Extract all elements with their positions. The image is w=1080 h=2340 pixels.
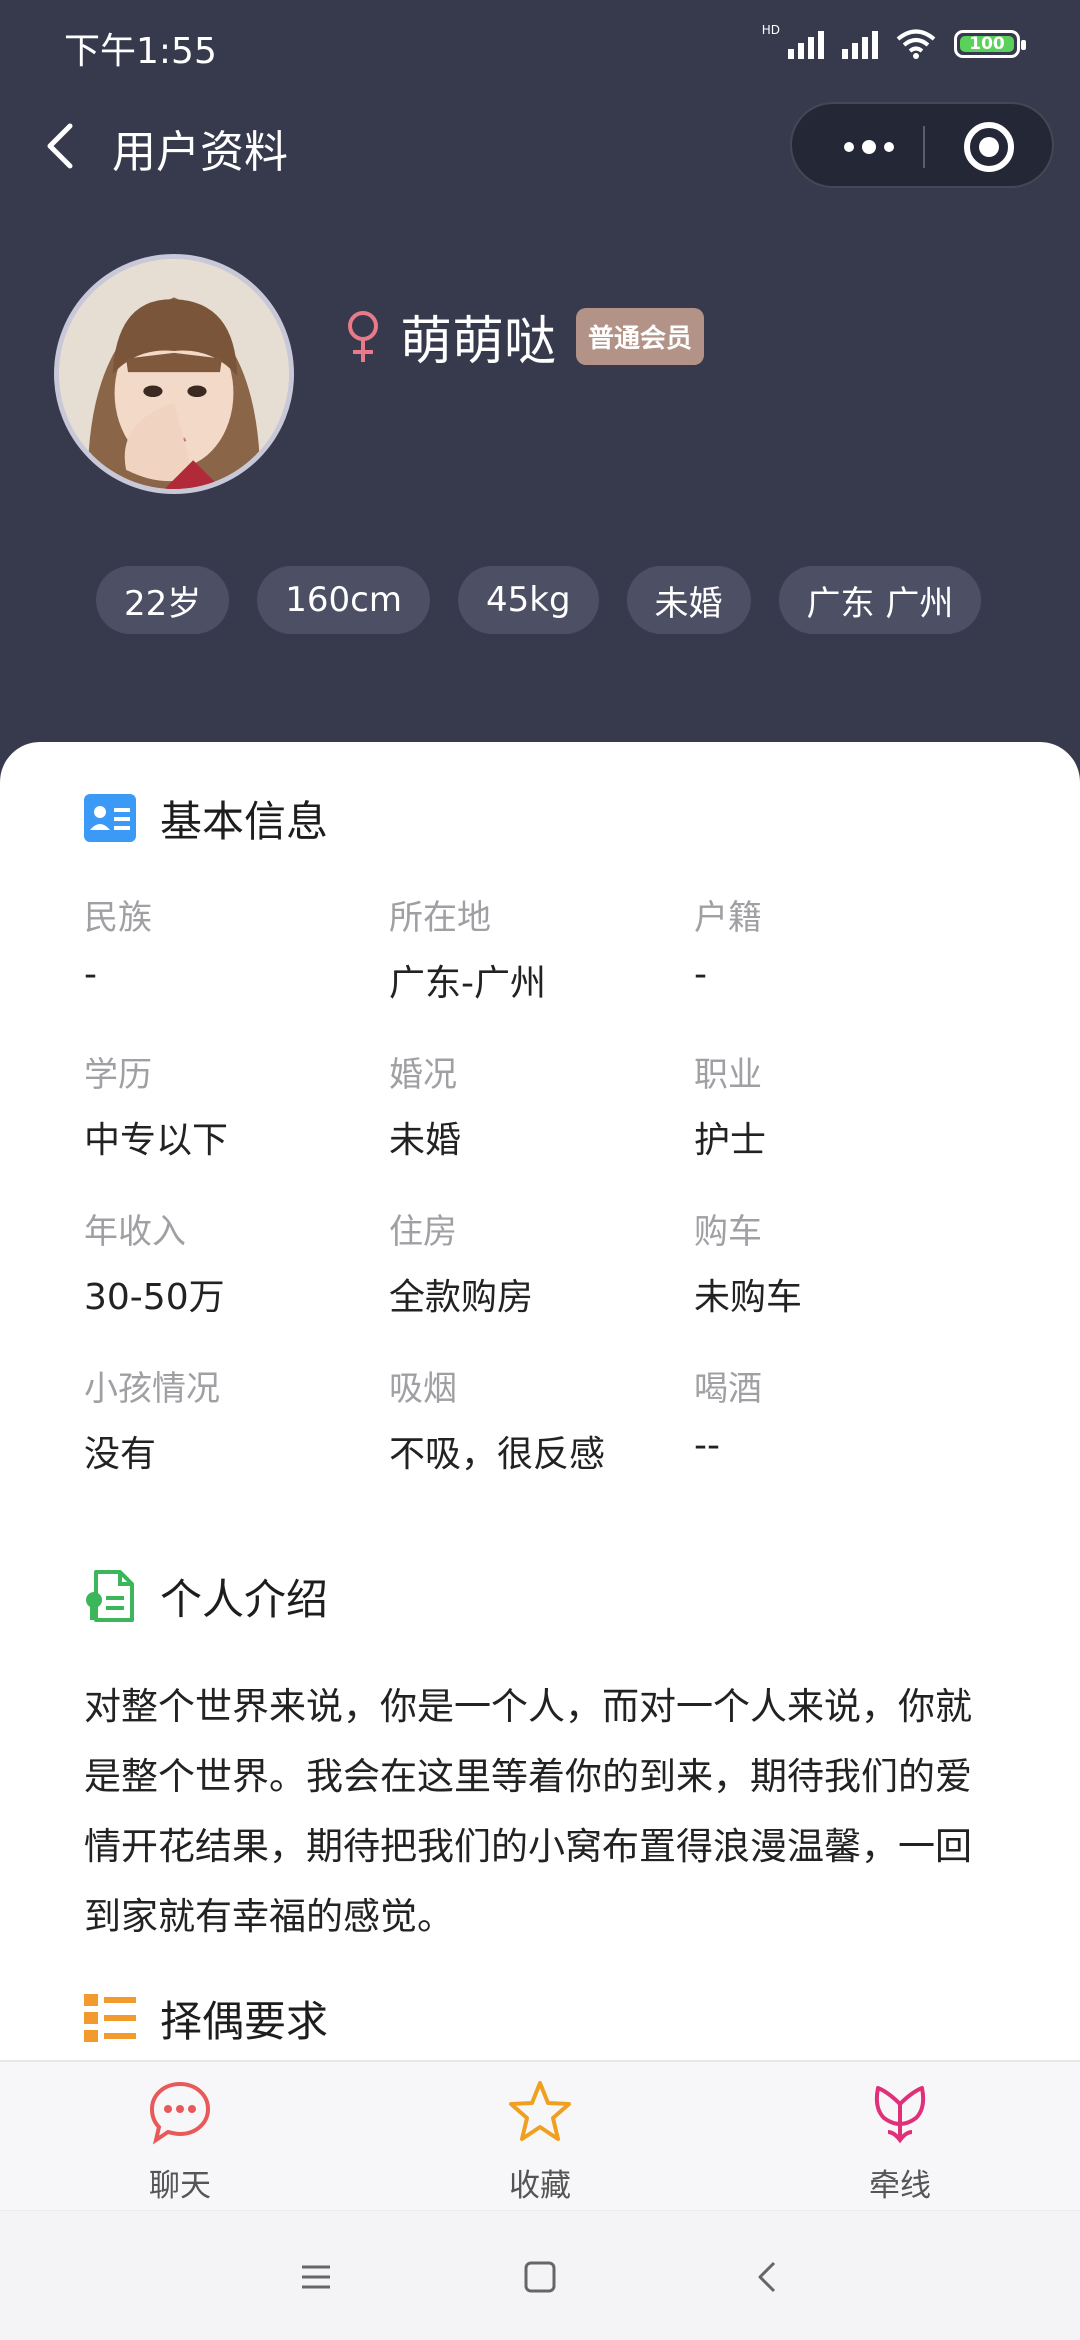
tag-height: 160cm	[257, 566, 430, 634]
back-arrow-icon[interactable]	[742, 2251, 794, 2303]
profile-header: 下午1:55 HD 100 用户资料 萌萌哒 普通会员 22岁 160cm 45…	[0, 0, 1080, 800]
menu-icon[interactable]	[290, 2251, 342, 2303]
user-nickname: 萌萌哒	[400, 311, 557, 372]
basic-info-grid: 民族 - 所在地广东-广州 户籍 - 学历中专以下 婚况未婚 职业护士 年收入 30-…	[84, 890, 1004, 1518]
profile-detail-card: 基本信息 民族 - 所在地广东-广州 户籍 - 学历中专以下 婚况未婚 职业护士 年…	[0, 742, 1080, 2060]
info-education: 学历 中专以下	[84, 1047, 389, 1204]
avatar[interactable]	[54, 254, 294, 494]
info-drinking: 喝酒 --	[694, 1361, 999, 1518]
tag-marital: 未婚	[626, 566, 751, 634]
info-label: 学历	[84, 1055, 152, 1095]
info-label: 民族	[84, 898, 152, 938]
intro-header: 个人介绍	[82, 1566, 328, 1626]
more-dots-icon[interactable]	[828, 134, 910, 160]
status-bar: 下午1:55 HD 100	[0, 0, 1080, 90]
tag-weight: 45kg	[457, 566, 599, 634]
battery-level: 100	[969, 34, 1005, 54]
info-label: 吸烟	[389, 1369, 457, 1409]
section-title-requirements: 择偶要求	[160, 1996, 329, 2046]
chevron-left-icon[interactable]	[34, 118, 90, 174]
home-square-icon[interactable]	[514, 2251, 566, 2303]
section-title-intro: 个人介绍	[160, 1574, 329, 1624]
info-row: 民族 - 所在地广东-广州 户籍 -	[84, 890, 1004, 1047]
info-label: 户籍	[694, 898, 762, 938]
info-row: 学历中专以下 婚况未婚 职业护士	[84, 1047, 1004, 1204]
info-label: 喝酒	[694, 1369, 762, 1409]
info-value: 护士	[694, 1120, 767, 1161]
capsule-divider	[923, 126, 925, 168]
miniprogram-capsule	[790, 102, 1054, 188]
profile-name-row: 萌萌哒 普通会员	[340, 296, 705, 376]
bottom-action-bar: 聊天 收藏 牵线	[0, 2060, 1080, 2210]
target-circle-icon[interactable]	[964, 122, 1014, 172]
member-badge: 普通会员	[576, 307, 705, 365]
certificate-document-icon	[86, 1570, 134, 1622]
avatar-photo	[59, 259, 289, 489]
info-value: 不吸，很反感	[389, 1434, 606, 1475]
favorite-tab[interactable]: 收藏	[440, 2062, 640, 2212]
info-ethnicity: 民族 -	[84, 890, 389, 1047]
info-label: 婚况	[389, 1055, 457, 1095]
intro-text: 对整个世界来说，你是一个人，而对一个人来说，你就是整个世界。我会在这里等着你的到…	[84, 1685, 972, 1938]
info-row: 年收入 30-50万 住房全款购房 购车未购车	[84, 1204, 1004, 1361]
info-row: 小孩情况没有 吸烟不吸，很反感 喝酒 --	[84, 1361, 1004, 1518]
info-value: -	[84, 954, 97, 995]
status-icons: HD 100	[761, 23, 1026, 64]
matchmaking-label: 牵线	[869, 2168, 931, 2204]
signal-icon	[788, 29, 824, 59]
chat-bubble-icon	[149, 2081, 211, 2145]
matchmaking-tab[interactable]: 牵线	[800, 2062, 1000, 2212]
chat-tab[interactable]: 聊天	[80, 2062, 280, 2212]
chat-label: 聊天	[149, 2168, 211, 2204]
info-marital: 婚况 未婚	[389, 1047, 694, 1204]
info-location: 所在地广东-广州	[389, 890, 694, 1047]
info-occupation: 职业 护士	[694, 1047, 999, 1204]
info-value: 未购车	[694, 1277, 803, 1318]
info-children: 小孩情况 没有	[84, 1361, 389, 1518]
female-icon	[348, 311, 378, 362]
tag-age: 22岁	[96, 566, 230, 634]
star-icon	[509, 2081, 571, 2141]
wifi-icon	[896, 29, 936, 59]
favorite-label: 收藏	[509, 2168, 571, 2204]
info-value: 广东-广州	[389, 963, 546, 1004]
tag-location: 广东 广州	[778, 566, 982, 634]
info-value: --	[694, 1425, 720, 1466]
status-time: 下午1:55	[64, 31, 217, 72]
info-label: 购车	[694, 1212, 762, 1252]
info-car: 购车 未购车	[694, 1204, 999, 1361]
checklist-icon	[84, 1994, 136, 2042]
info-value: 全款购房	[389, 1277, 534, 1318]
profile-tags: 22岁 160cm 45kg 未婚 广东 广州	[96, 566, 982, 634]
id-card-icon	[84, 794, 136, 842]
info-label: 年收入	[84, 1212, 186, 1252]
flower-icon	[874, 2086, 926, 2144]
info-value: 没有	[84, 1434, 157, 1475]
requirements-header: 择偶要求	[82, 1988, 328, 2048]
info-label: 所在地	[389, 898, 491, 938]
info-hukou: 户籍 -	[694, 890, 999, 1047]
basic-info-header: 基本信息	[82, 788, 328, 848]
system-navigation-bar	[0, 2210, 1080, 2340]
info-housing: 住房 全款购房	[389, 1204, 694, 1361]
info-label: 职业	[694, 1055, 762, 1095]
info-label: 小孩情况	[84, 1369, 220, 1409]
info-value: -	[694, 954, 707, 995]
signal-icon-2	[842, 29, 878, 59]
info-income: 年收入 30-50万	[84, 1204, 389, 1361]
info-label: 住房	[389, 1212, 457, 1252]
battery-icon: 100	[954, 30, 1026, 58]
info-smoking: 吸烟不吸，很反感	[389, 1361, 694, 1518]
page-title: 用户资料	[112, 127, 288, 178]
info-value: 30-50万	[84, 1277, 225, 1318]
info-value: 未婚	[389, 1120, 462, 1161]
info-value: 中专以下	[84, 1120, 229, 1161]
navigation-bar: 用户资料	[0, 96, 1080, 196]
hd-badge: HD	[761, 23, 780, 37]
section-title-basic-info: 基本信息	[160, 796, 329, 846]
